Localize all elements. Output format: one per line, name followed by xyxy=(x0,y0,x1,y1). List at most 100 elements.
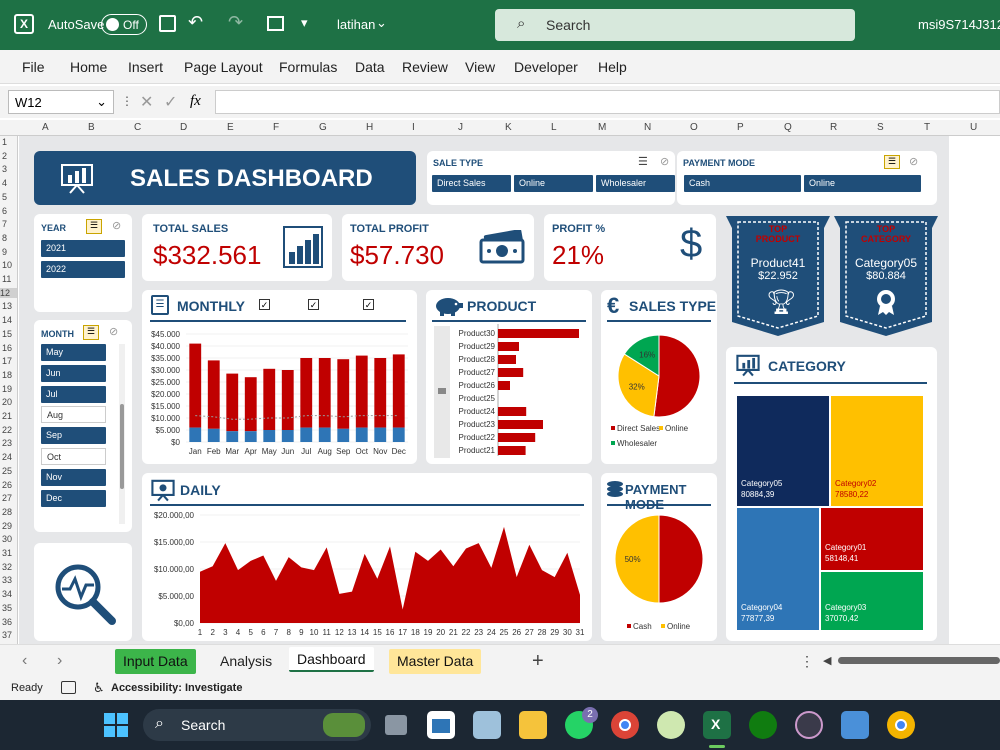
windows-start-icon[interactable] xyxy=(104,713,128,737)
row-header[interactable]: 26 xyxy=(2,480,12,490)
row-header[interactable]: 9 xyxy=(2,247,7,257)
row-header[interactable]: 28 xyxy=(2,507,12,517)
tab-dashboard[interactable]: Dashboard xyxy=(289,647,374,672)
app-icon[interactable] xyxy=(473,711,501,739)
file-name[interactable]: latihan xyxy=(337,17,375,32)
excel-taskbar-icon[interactable]: X xyxy=(703,711,731,739)
payment-mode-online[interactable]: Online xyxy=(804,175,921,192)
column-header[interactable]: S xyxy=(877,122,884,133)
row-header[interactable]: 19 xyxy=(2,384,12,394)
photos-icon[interactable] xyxy=(841,711,869,739)
row-header[interactable]: 34 xyxy=(2,589,12,599)
row-header[interactable]: 3 xyxy=(2,164,7,174)
product-scrollbar[interactable] xyxy=(434,326,450,458)
column-header[interactable]: J xyxy=(458,122,463,133)
menu-review[interactable]: Review xyxy=(402,59,448,75)
month-oct[interactable]: Oct xyxy=(41,448,106,465)
payment-mode-cash[interactable]: Cash xyxy=(684,175,801,192)
row-header[interactable]: 7 xyxy=(2,219,7,229)
cancel-icon[interactable]: ✕ xyxy=(140,92,153,112)
menu-insert[interactable]: Insert xyxy=(128,59,163,75)
month-dec[interactable]: Dec xyxy=(41,489,106,507)
row-header[interactable]: 1 xyxy=(2,137,7,147)
row-header[interactable]: 25 xyxy=(2,466,12,476)
row-header[interactable]: 29 xyxy=(2,521,12,531)
column-header[interactable]: M xyxy=(598,122,606,133)
sale-type-online[interactable]: Online xyxy=(514,175,593,192)
chevron-right-icon[interactable]: › xyxy=(57,652,62,670)
quick-access-chevron-icon[interactable]: ▾ xyxy=(301,15,308,31)
column-header[interactable]: R xyxy=(830,122,837,133)
checkbox-3[interactable]: ✓ xyxy=(363,299,374,310)
more-icon[interactable]: ⋮ xyxy=(121,94,133,108)
row-header[interactable]: 15 xyxy=(2,329,12,339)
checkbox-1[interactable]: ✓ xyxy=(259,299,270,310)
row-header[interactable]: 33 xyxy=(2,575,12,585)
month-aug[interactable]: Aug xyxy=(41,406,106,424)
month-jul[interactable]: Jul xyxy=(41,385,106,403)
sale-type-wholesaler[interactable]: Wholesaler xyxy=(596,175,675,192)
column-header[interactable]: A xyxy=(42,122,49,133)
row-header[interactable]: 18 xyxy=(2,370,12,380)
multi-select-icon[interactable]: ☰ xyxy=(86,219,102,234)
undo-icon[interactable]: ↶ xyxy=(188,12,203,33)
row-header[interactable]: 2 xyxy=(2,151,7,161)
row-header[interactable]: 27 xyxy=(2,493,12,503)
menu-help[interactable]: Help xyxy=(598,59,627,75)
column-header[interactable]: Q xyxy=(784,122,792,133)
form-icon[interactable] xyxy=(267,16,284,31)
row-header[interactable]: 20 xyxy=(2,397,12,407)
row-header[interactable]: 37 xyxy=(2,630,12,640)
month-may[interactable]: May xyxy=(41,344,106,361)
tab-analysis[interactable]: Analysis xyxy=(212,649,280,674)
menu-page-layout[interactable]: Page Layout xyxy=(184,59,263,75)
tab-master-data[interactable]: Master Data xyxy=(389,649,482,674)
multi-select-icon[interactable]: ☰ xyxy=(884,155,900,169)
chevron-down-icon[interactable]: ⌄ xyxy=(376,15,387,31)
row-header[interactable]: 32 xyxy=(2,562,12,572)
row-header[interactable]: 14 xyxy=(2,315,12,325)
row-header[interactable]: 16 xyxy=(2,343,12,353)
column-header[interactable]: C xyxy=(134,122,141,133)
user-name[interactable]: msi9S714J31224 xyxy=(918,17,1000,32)
sale-type-direct-sales[interactable]: Direct Sales xyxy=(432,175,511,192)
macro-record-icon[interactable] xyxy=(61,681,76,694)
column-header[interactable]: I xyxy=(412,122,415,133)
task-view-icon[interactable] xyxy=(385,715,407,735)
menu-view[interactable]: View xyxy=(465,59,495,75)
row-header[interactable]: 31 xyxy=(2,548,12,558)
chevron-left-icon[interactable]: ‹ xyxy=(22,652,27,670)
clear-filter-icon[interactable]: ⊘ xyxy=(109,325,118,338)
accessibility-status[interactable]: Accessibility: Investigate xyxy=(111,682,242,694)
excel-logo-icon[interactable]: X xyxy=(14,14,34,34)
row-header[interactable]: 4 xyxy=(2,178,7,188)
menu-developer[interactable]: Developer xyxy=(514,59,578,75)
row-header[interactable]: 6 xyxy=(2,206,7,216)
row-header[interactable]: 22 xyxy=(2,425,12,435)
enter-icon[interactable]: ✓ xyxy=(164,92,177,112)
search-box[interactable]: ⌕ Search xyxy=(495,9,855,41)
row-header[interactable]: 24 xyxy=(2,452,12,462)
menu-home[interactable]: Home xyxy=(70,59,107,75)
chrome-icon[interactable] xyxy=(611,711,639,739)
taskbar-search[interactable]: ⌕ Search xyxy=(143,709,371,741)
column-header[interactable]: H xyxy=(366,122,373,133)
year-2022[interactable]: 2022 xyxy=(41,261,125,278)
column-header[interactable]: B xyxy=(88,122,95,133)
column-header[interactable]: L xyxy=(551,122,557,133)
row-header[interactable]: 5 xyxy=(2,192,7,202)
menu-file[interactable]: File xyxy=(22,59,45,75)
column-header[interactable]: D xyxy=(180,122,187,133)
store-icon[interactable] xyxy=(427,711,455,739)
media-player-icon[interactable] xyxy=(795,711,823,739)
add-sheet-icon[interactable]: + xyxy=(532,650,544,673)
column-header[interactable]: U xyxy=(970,122,977,133)
row-header[interactable]: 10 xyxy=(2,260,12,270)
row-header[interactable]: 35 xyxy=(2,603,12,613)
save-icon[interactable] xyxy=(159,15,176,32)
name-box[interactable]: W12 ⌄ xyxy=(8,90,114,114)
row-header[interactable]: 36 xyxy=(2,617,12,627)
column-header[interactable]: N xyxy=(644,122,651,133)
column-header[interactable]: O xyxy=(690,122,698,133)
insert-function-icon[interactable]: fx xyxy=(190,93,201,110)
